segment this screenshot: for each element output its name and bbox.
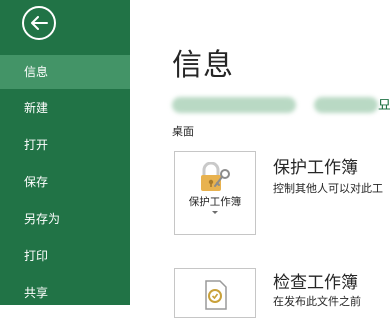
back-arrow-icon <box>31 16 48 30</box>
protect-workbook-button[interactable]: 保护工作簿 <box>174 151 256 235</box>
protect-section-description: 控制其他人可以对此工 <box>273 182 383 195</box>
inspect-section-description: 在发布此文件之前 <box>273 295 361 308</box>
lock-key-icon <box>201 162 230 191</box>
inspect-section-title: 检查工作簿 <box>273 273 358 293</box>
chevron-down-icon <box>212 211 218 214</box>
blurred-path-text <box>314 97 378 113</box>
nav-item-save-as[interactable]: 另存为 <box>0 202 130 236</box>
check-issues-button[interactable] <box>174 268 256 318</box>
protect-section-title: 保护工作簿 <box>273 158 358 178</box>
document-inspect-icon <box>205 280 227 310</box>
header-tail-text: 묘 <box>378 98 390 114</box>
nav-item-info[interactable]: 信息 <box>0 55 130 89</box>
nav-item-new[interactable]: 新建 <box>0 91 130 125</box>
protect-tile-label: 保护工作簿 <box>188 196 242 208</box>
back-button[interactable] <box>22 6 56 40</box>
nav-item-open[interactable]: 打开 <box>0 128 130 162</box>
nav-item-print[interactable]: 打印 <box>0 239 130 273</box>
page-title: 信息 <box>172 48 234 83</box>
backstage-nav: 信息 新建 打开 保存 另存为 打印 共享 <box>0 0 130 305</box>
blurred-path-text <box>172 97 296 113</box>
nav-item-save[interactable]: 保存 <box>0 165 130 199</box>
file-location: 桌面 <box>172 125 194 138</box>
